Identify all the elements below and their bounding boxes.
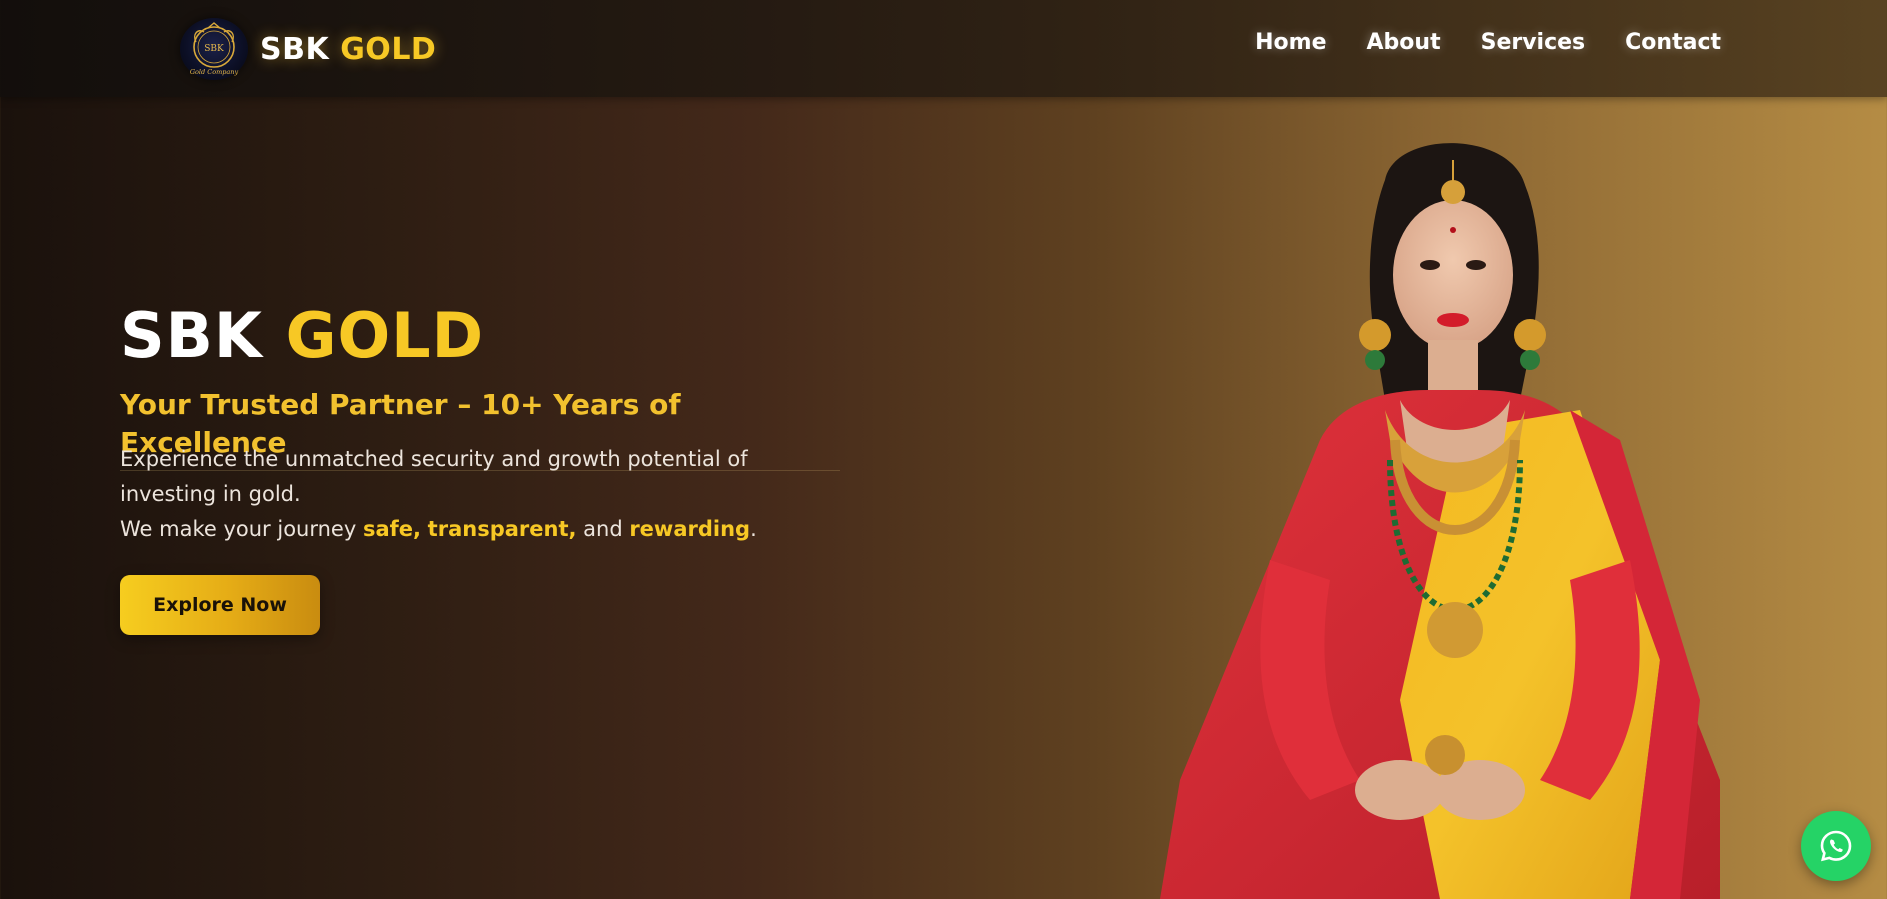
hero-title-word-1: SBK	[120, 299, 263, 372]
explore-now-button[interactable]: Explore Now	[120, 575, 320, 635]
brand-word-2: GOLD	[340, 31, 437, 67]
hero-highlight-rewarding: rewarding	[629, 517, 751, 541]
hero-desc-line-1: Experience the unmatched security and gr…	[120, 447, 748, 506]
emblem-text: SBK	[204, 44, 224, 54]
brand-word-1: SBK	[260, 31, 330, 67]
hero-desc-prefix: We make your journey	[120, 517, 363, 541]
emblem-caption: Gold Company	[190, 68, 239, 76]
nav-home[interactable]: Home	[1255, 30, 1326, 55]
hero-title: SBK GOLD	[120, 300, 484, 372]
brand-logo[interactable]: SBK Gold Company SBK GOLD	[180, 18, 436, 80]
hero-model-image	[1160, 140, 1735, 899]
whatsapp-icon	[1820, 830, 1852, 862]
hero-description: Experience the unmatched security and gr…	[120, 442, 850, 547]
whatsapp-button[interactable]	[1801, 811, 1871, 881]
hero-desc-and: and	[576, 517, 630, 541]
hero-title-word-2: GOLD	[285, 299, 485, 372]
hero-highlight-safe: safe,	[362, 517, 421, 541]
brand-name: SBK GOLD	[260, 32, 436, 67]
crest-logo-icon: SBK Gold Company	[180, 18, 248, 80]
hero-desc-end: .	[750, 517, 757, 541]
main-nav: Home About Services Contact	[1255, 30, 1721, 55]
nav-services[interactable]: Services	[1481, 30, 1586, 55]
navbar: SBK Gold Company SBK GOLD Home About Ser…	[0, 0, 1887, 97]
hero-highlight-transparent: transparent,	[427, 517, 577, 541]
nav-contact[interactable]: Contact	[1625, 30, 1721, 55]
nav-about[interactable]: About	[1367, 30, 1441, 55]
